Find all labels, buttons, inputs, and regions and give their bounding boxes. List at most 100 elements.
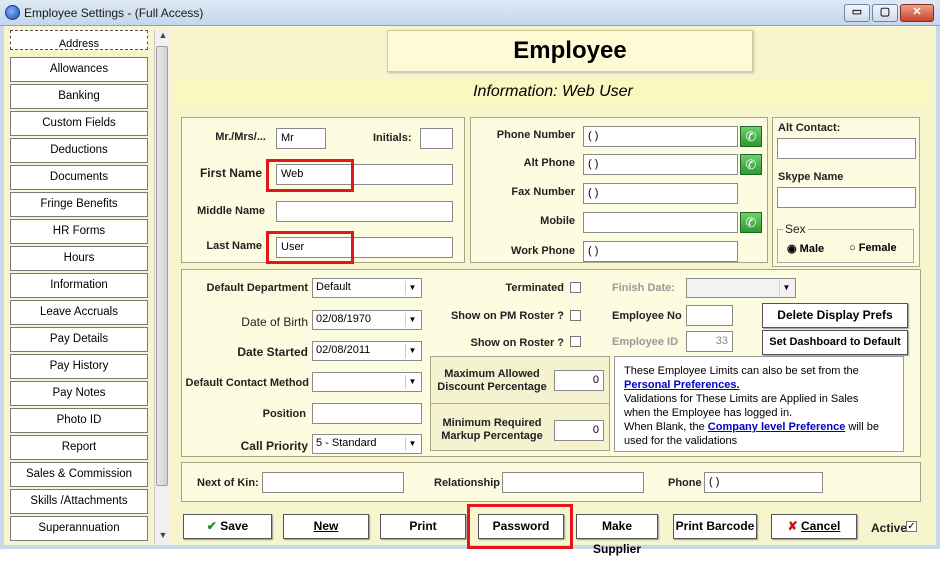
phone-dial-icon[interactable]: ✆ xyxy=(740,126,762,147)
page-title: Employee xyxy=(387,30,753,72)
close-button[interactable]: ✕ xyxy=(900,4,934,22)
kin-phone-field[interactable]: ( ) xyxy=(704,472,823,493)
company-preference-link[interactable]: Company level Preference xyxy=(708,421,846,433)
sidebar-item-report[interactable]: Report xyxy=(10,435,148,460)
sidebar-item-sales-commission[interactable]: Sales & Commission xyxy=(10,462,148,487)
contact-method-select[interactable]: ▼ xyxy=(312,372,422,392)
sidebar-item-deductions[interactable]: Deductions xyxy=(10,138,148,163)
sidebar-item-pay-details[interactable]: Pay Details xyxy=(10,327,148,352)
terminated-label: Terminated xyxy=(505,282,564,294)
chevron-down-icon: ▼ xyxy=(405,281,419,295)
app-icon xyxy=(5,5,20,20)
fax-number-field[interactable]: ( ) xyxy=(583,183,738,204)
chevron-down-icon: ▼ xyxy=(405,437,419,451)
finish-date-select[interactable]: ▼ xyxy=(686,278,796,298)
phone-number-field[interactable]: ( ) xyxy=(583,126,738,147)
radio-empty-icon: ○ xyxy=(849,242,856,254)
scrollbar-thumb[interactable] xyxy=(156,46,168,486)
phone-number-label: Phone Number xyxy=(496,129,575,141)
sidebar-item-fringe-benefits[interactable]: Fringe Benefits xyxy=(10,192,148,217)
mobile-dial-icon[interactable]: ✆ xyxy=(740,212,762,233)
next-of-kin-label: Next of Kin: xyxy=(197,477,259,489)
alt-contact-field[interactable] xyxy=(777,138,916,159)
fax-number-label: Fax Number xyxy=(511,186,575,198)
sidebar-item-hr-forms[interactable]: HR Forms xyxy=(10,219,148,244)
limits-divider xyxy=(430,403,610,404)
set-dashboard-default-button[interactable]: Set Dashboard to Default xyxy=(762,330,908,355)
mobile-label: Mobile xyxy=(540,215,575,227)
terminated-checkbox[interactable] xyxy=(570,282,581,293)
sidebar-item-leave-accruals[interactable]: Leave Accruals xyxy=(10,300,148,325)
scroll-down-icon[interactable]: ▼ xyxy=(155,530,171,544)
dob-select[interactable]: 02/08/1970 ▼ xyxy=(312,310,422,330)
title-field[interactable]: Mr xyxy=(276,128,326,149)
radio-selected-icon: ◉ xyxy=(787,243,797,255)
sidebar-item-allowances[interactable]: Allowances xyxy=(10,57,148,82)
sidebar-item-hours[interactable]: Hours xyxy=(10,246,148,271)
sidebar-item-pay-history[interactable]: Pay History xyxy=(10,354,148,379)
check-icon: ✔ xyxy=(206,519,217,533)
make-supplier-button[interactable]: Make Supplier xyxy=(576,514,658,556)
sidebar-item-information[interactable]: Information xyxy=(10,273,148,298)
relationship-field[interactable] xyxy=(502,472,644,493)
contact-method-label: Default Contact Method xyxy=(185,377,309,389)
min-markup-field[interactable]: 0 xyxy=(554,420,604,441)
employee-no-field[interactable] xyxy=(686,305,733,326)
maximize-button[interactable]: ▢ xyxy=(872,4,898,22)
work-phone-field[interactable]: ( ) xyxy=(583,241,738,262)
dob-label: Date of Birth xyxy=(241,315,308,329)
last-name-highlight xyxy=(266,231,354,264)
initials-field[interactable] xyxy=(420,128,453,149)
min-markup-label-2: Markup Percentage xyxy=(441,430,543,442)
skype-field[interactable] xyxy=(777,187,916,208)
dob-value: 02/08/1970 xyxy=(316,313,372,325)
chevron-down-icon: ▼ xyxy=(405,313,419,327)
personal-preferences-link[interactable]: Personal Preferences. xyxy=(624,378,894,392)
roster-checkbox[interactable] xyxy=(570,336,581,347)
note-line-6: used for the validations xyxy=(624,435,738,447)
sidebar-item-superannuation[interactable]: Superannuation xyxy=(10,516,148,541)
middle-name-field[interactable] xyxy=(276,201,453,222)
call-priority-label: Call Priority xyxy=(240,439,308,453)
note-line-1: These Employee Limits can also be set fr… xyxy=(624,365,859,377)
page-subtitle: Information: Web User xyxy=(176,80,930,106)
call-priority-select[interactable]: 5 - Standard ▼ xyxy=(312,434,422,454)
min-markup-label: Minimum Required Markup Percentage xyxy=(434,417,550,443)
new-button[interactable]: New xyxy=(283,514,369,539)
active-checkbox[interactable]: ✓ xyxy=(906,521,917,532)
sidebar-item-banking[interactable]: Banking xyxy=(10,84,148,109)
date-started-select[interactable]: 02/08/2011 ▼ xyxy=(312,341,422,361)
mobile-field[interactable] xyxy=(583,212,738,233)
alt-phone-dial-icon[interactable]: ✆ xyxy=(740,154,762,175)
last-name-label: Last Name xyxy=(206,240,262,252)
position-field[interactable] xyxy=(312,403,422,424)
sidebar-item-photo-id[interactable]: Photo ID xyxy=(10,408,148,433)
sidebar-item-documents[interactable]: Documents xyxy=(10,165,148,190)
sex-male-radio[interactable]: ◉ Male xyxy=(787,242,824,255)
window-title: Employee Settings - (Full Access) xyxy=(24,6,204,20)
department-select[interactable]: Default ▼ xyxy=(312,278,422,298)
save-button[interactable]: ✔ Save xyxy=(183,514,272,539)
min-markup-label-1: Minimum Required xyxy=(442,417,542,429)
next-of-kin-field[interactable] xyxy=(262,472,404,493)
note-line-5-text: will be xyxy=(845,421,879,433)
sidebar-item-pay-notes[interactable]: Pay Notes xyxy=(10,381,148,406)
alt-phone-field[interactable]: ( ) xyxy=(583,154,738,175)
print-barcode-button[interactable]: Print Barcode xyxy=(673,514,757,539)
scroll-up-icon[interactable]: ▲ xyxy=(155,30,171,44)
male-label: Male xyxy=(799,243,825,255)
print-button[interactable]: Print xyxy=(380,514,466,539)
sidebar-item-custom-fields[interactable]: Custom Fields xyxy=(10,111,148,136)
sidebar-item-skills-attachments[interactable]: Skills /Attachments xyxy=(10,489,148,514)
sex-female-radio[interactable]: ○ Female xyxy=(849,242,897,254)
max-discount-label: Maximum Allowed Discount Percentage xyxy=(434,368,550,394)
limits-note: These Employee Limits can also be set fr… xyxy=(614,356,904,452)
sidebar-item-address[interactable]: Address xyxy=(10,30,148,50)
cancel-button[interactable]: ✘ Cancel xyxy=(771,514,857,539)
window-titlebar: Employee Settings - (Full Access) ▭ ▢ ✕ xyxy=(0,0,940,26)
pm-roster-checkbox[interactable] xyxy=(570,310,581,321)
minimize-button[interactable]: ▭ xyxy=(844,4,870,22)
delete-display-prefs-button[interactable]: Delete Display Prefs xyxy=(762,303,908,328)
max-discount-field[interactable]: 0 xyxy=(554,370,604,391)
middle-name-label: Middle Name xyxy=(197,205,265,217)
